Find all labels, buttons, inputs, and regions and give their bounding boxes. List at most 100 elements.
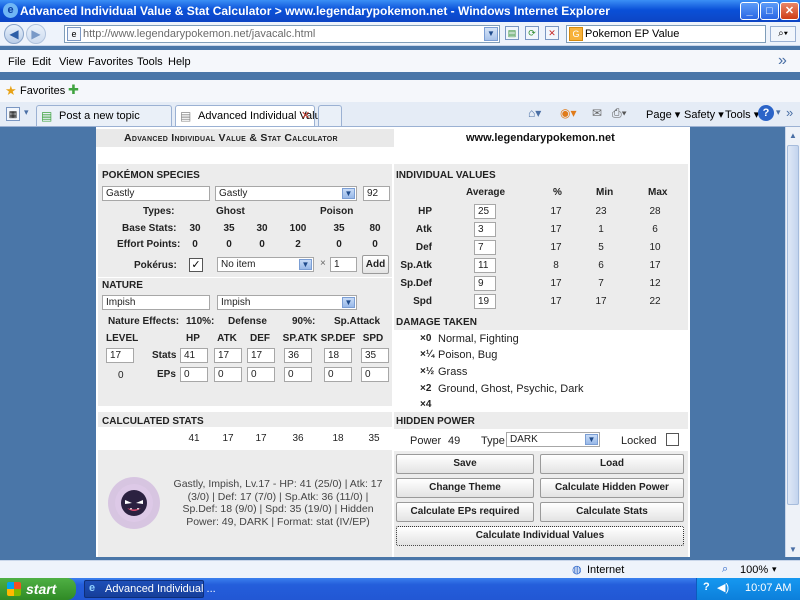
- new-tab-button[interactable]: [318, 105, 342, 126]
- page-menu[interactable]: Page ▾: [646, 108, 680, 121]
- search-box[interactable]: G Pokemon EP Value: [566, 25, 766, 43]
- address-bar[interactable]: e http://www.legendarypokemon.net/javaca…: [64, 25, 500, 43]
- calculate-stats-button[interactable]: Calculate Stats: [540, 502, 684, 522]
- window-title: Advanced Individual Value & Stat Calcula…: [20, 4, 610, 18]
- favorites-button[interactable]: Favorites: [20, 85, 65, 97]
- change-theme-button[interactable]: Change Theme: [396, 478, 534, 498]
- species-number-input[interactable]: 92: [363, 186, 390, 201]
- zoom-dropdown-icon[interactable]: ▾: [772, 564, 777, 575]
- ep-def-input[interactable]: 0: [247, 367, 275, 382]
- taskbar-task-ie[interactable]: e Advanced Individual ...: [84, 580, 216, 598]
- stat-spdef-input[interactable]: 18: [324, 348, 352, 363]
- print-icon[interactable]: ⎙▾: [612, 106, 627, 121]
- status-bar: ◍ Internet ⌕ 100% ▾: [0, 560, 800, 578]
- scroll-up-icon[interactable]: ▲: [789, 131, 797, 140]
- toolbar-chevron-icon[interactable]: »: [778, 52, 787, 70]
- iv-avg-input[interactable]: 9: [474, 276, 496, 291]
- menu-favorites[interactable]: Favorites: [88, 56, 133, 68]
- help-dropdown-icon[interactable]: ▾: [776, 107, 781, 118]
- calculate-hidden-power-button[interactable]: Calculate Hidden Power: [540, 478, 684, 498]
- safety-menu[interactable]: Safety ▾: [684, 108, 724, 121]
- nature-select[interactable]: Impish ▼: [217, 295, 357, 310]
- iv-avg-input[interactable]: 25: [474, 204, 496, 219]
- hp-type-select[interactable]: DARK ▼: [506, 432, 600, 447]
- vertical-scrollbar[interactable]: ▲ ▼: [785, 127, 800, 557]
- nature-name-input[interactable]: Impish: [102, 295, 210, 310]
- quick-tabs-icon[interactable]: ▦: [6, 107, 20, 121]
- read-mail-icon[interactable]: ✉: [592, 106, 602, 120]
- level-input[interactable]: 17: [106, 348, 134, 363]
- save-button[interactable]: Save: [396, 454, 534, 474]
- damage-heading: Damage Taken: [396, 317, 477, 328]
- stat-spatk-input[interactable]: 36: [284, 348, 312, 363]
- stop-icon[interactable]: ✕: [545, 26, 559, 40]
- scroll-thumb[interactable]: [787, 145, 799, 505]
- calculator-title: Advanced Individual Value & Stat Calcula…: [124, 132, 338, 144]
- menu-edit[interactable]: Edit: [32, 56, 51, 68]
- window-titlebar[interactable]: e Advanced Individual Value & Stat Calcu…: [0, 0, 800, 22]
- hp-locked-checkbox[interactable]: [666, 433, 679, 446]
- calculate-ivs-button[interactable]: Calculate Individual Values: [396, 526, 684, 546]
- ep-hp-input[interactable]: 0: [180, 367, 208, 382]
- ep-spatk-input[interactable]: 0: [284, 367, 312, 382]
- pokerus-checkbox[interactable]: ✓: [189, 258, 203, 272]
- home-icon[interactable]: ⌂▾: [528, 106, 541, 120]
- maximize-button[interactable]: □: [760, 2, 779, 20]
- commandbar-chevron-icon[interactable]: »: [786, 105, 793, 120]
- ep-spdef-input[interactable]: 0: [324, 367, 352, 382]
- stat-header-hp: HP: [186, 333, 200, 344]
- item-quantity-input[interactable]: 1: [330, 257, 357, 272]
- stat-spd-input[interactable]: 35: [361, 348, 389, 363]
- ep-atk-input[interactable]: 0: [214, 367, 242, 382]
- zoom-icon[interactable]: ⌕: [722, 563, 728, 576]
- help-icon[interactable]: ?: [758, 105, 774, 121]
- item-select[interactable]: No item ▼: [217, 257, 314, 272]
- stat-hp-input[interactable]: 41: [180, 348, 208, 363]
- refresh-icon[interactable]: ⟳: [525, 26, 539, 40]
- volume-icon[interactable]: ◀): [717, 581, 729, 594]
- favorites-star-icon: ★: [5, 83, 17, 98]
- species-name-input[interactable]: Gastly: [102, 186, 210, 201]
- close-tab-icon[interactable]: ✕: [301, 109, 310, 122]
- hp-type-label: Type: [481, 435, 505, 447]
- close-window-button[interactable]: ✕: [780, 2, 799, 20]
- iv-pct: 17: [550, 296, 562, 307]
- safety-menu-label: Safety: [684, 109, 716, 121]
- add-item-button[interactable]: Add: [362, 255, 389, 274]
- tab-calculator[interactable]: ▤ Advanced Individual Valu... ✕: [175, 105, 330, 126]
- back-button[interactable]: ◀: [4, 24, 24, 44]
- iv-avg-input[interactable]: 11: [474, 258, 496, 273]
- ep-spd-input[interactable]: 0: [361, 367, 389, 382]
- compatibility-icon[interactable]: ▤: [505, 26, 519, 40]
- iv-avg-input[interactable]: 7: [474, 240, 496, 255]
- search-button[interactable]: ⌕▾: [770, 26, 796, 42]
- menu-view[interactable]: View: [59, 56, 83, 68]
- iv-avg-input[interactable]: 19: [474, 294, 496, 309]
- help-tray-icon[interactable]: ?: [703, 581, 710, 593]
- menu-file[interactable]: File: [8, 56, 26, 68]
- menu-help[interactable]: Help: [168, 56, 191, 68]
- add-favorite-icon[interactable]: ✚: [68, 82, 79, 98]
- chevron-down-icon: ▼: [342, 188, 355, 199]
- species-select[interactable]: Gastly ▼: [215, 186, 357, 201]
- address-dropdown-icon[interactable]: ▼: [484, 27, 498, 41]
- stat-def-input[interactable]: 17: [247, 348, 275, 363]
- minimize-button[interactable]: _: [740, 2, 759, 20]
- scroll-down-icon[interactable]: ▼: [789, 545, 797, 554]
- iv-avg-input[interactable]: 3: [474, 222, 496, 237]
- feeds-icon[interactable]: ◉▾: [560, 106, 577, 120]
- damage-mult: ×½: [420, 366, 435, 377]
- tab-post-new-topic[interactable]: ▤ Post a new topic: [36, 105, 172, 126]
- load-button[interactable]: Load: [540, 454, 684, 474]
- search-input[interactable]: Pokemon EP Value: [585, 28, 679, 40]
- calculate-eps-button[interactable]: Calculate EPs required: [396, 502, 534, 522]
- tab-list-icon[interactable]: ▾: [24, 107, 29, 118]
- start-button[interactable]: start: [0, 578, 76, 600]
- stat-atk-input[interactable]: 17: [214, 348, 242, 363]
- ie-logo-icon: e: [3, 3, 18, 18]
- ep-atk: 0: [226, 239, 232, 250]
- zoom-level[interactable]: 100%: [740, 564, 768, 576]
- tools-menu[interactable]: Tools ▾: [725, 108, 759, 121]
- menu-tools[interactable]: Tools: [137, 56, 163, 68]
- forward-button[interactable]: ▶: [26, 24, 46, 44]
